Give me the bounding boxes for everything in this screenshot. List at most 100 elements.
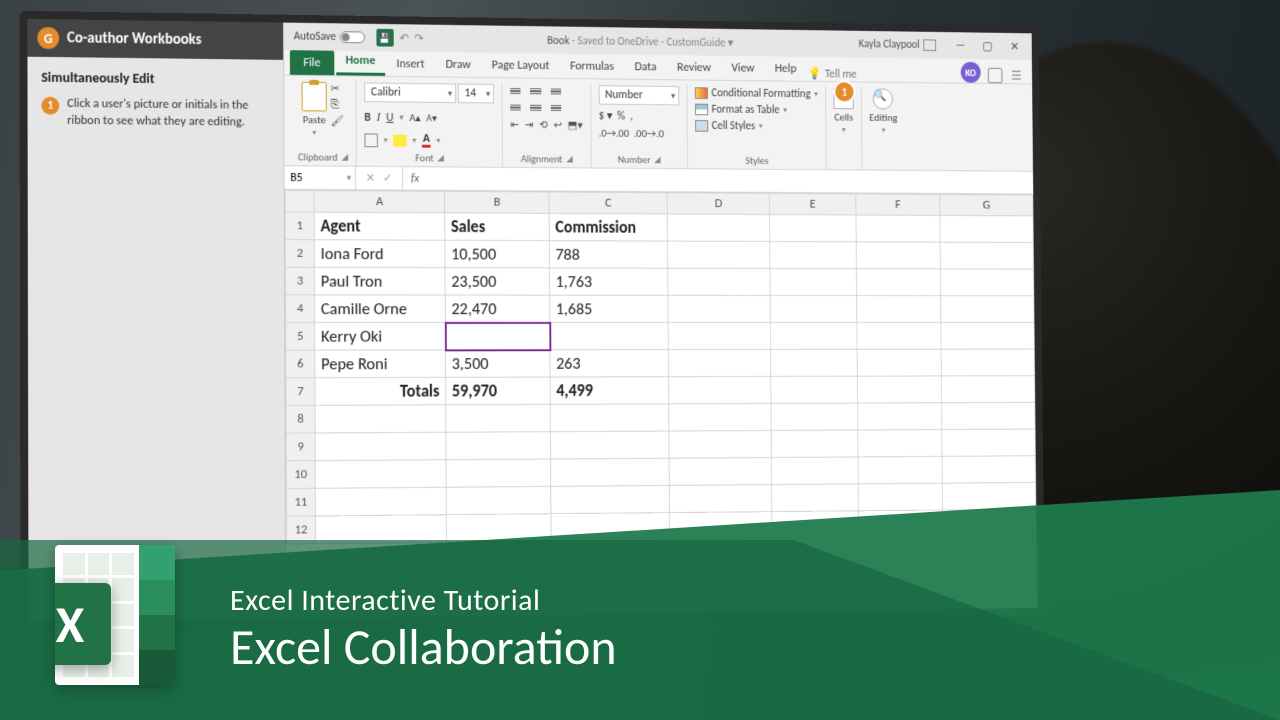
cell[interactable]: 4,499 [550, 377, 669, 405]
merge-button[interactable]: ⬒▾ [568, 119, 583, 132]
row-header[interactable]: 7 [286, 378, 315, 406]
tab-draw[interactable]: Draw [436, 53, 480, 77]
decrease-indent[interactable]: ⇤ [510, 118, 519, 131]
cell-styles-button[interactable]: Cell Styles▾ [695, 119, 818, 134]
cell[interactable]: Paul Tron [314, 267, 445, 295]
launcher-icon[interactable]: ◢ [566, 154, 573, 165]
underline-button[interactable]: U [386, 111, 393, 125]
cell[interactable]: 23,500 [445, 268, 550, 296]
percent-button[interactable]: % [617, 109, 625, 123]
font-name-combo[interactable]: Calibri [364, 82, 456, 103]
orientation-button[interactable]: ⟲ [539, 118, 548, 131]
col-header-a[interactable]: A [314, 191, 445, 213]
select-all-corner[interactable] [285, 190, 314, 212]
cell[interactable] [446, 486, 551, 514]
cell[interactable] [942, 402, 1035, 429]
redo-icon[interactable]: ↷ [414, 31, 423, 46]
coauthor-avatar[interactable]: KO [960, 62, 980, 83]
format-as-table-button[interactable]: Format as Table▾ [695, 103, 818, 118]
cell[interactable] [315, 405, 446, 433]
align-right[interactable] [546, 101, 561, 115]
col-header-b[interactable]: B [445, 191, 549, 213]
selected-cell[interactable] [445, 322, 550, 349]
spreadsheet-grid[interactable]: A B C D E F G 1 Agent Sales Commission [285, 190, 1038, 619]
grow-font-button[interactable]: A▴ [409, 111, 420, 124]
cell[interactable] [667, 214, 769, 241]
cell[interactable] [771, 349, 858, 376]
conditional-formatting-button[interactable]: Conditional Formatting▾ [695, 86, 818, 101]
row-header[interactable]: 8 [286, 405, 315, 433]
cell[interactable] [550, 431, 669, 459]
cell[interactable]: Agent [314, 212, 445, 240]
cell[interactable] [857, 296, 941, 323]
cell[interactable] [941, 296, 1034, 323]
increase-decimal[interactable]: .0→.00 [599, 127, 629, 140]
cell[interactable] [315, 460, 446, 489]
maximize-button[interactable]: ▢ [974, 35, 1001, 56]
tab-pagelayout[interactable]: Page Layout [482, 54, 559, 78]
cell[interactable] [668, 295, 770, 322]
cell[interactable] [551, 485, 670, 513]
cell[interactable] [772, 511, 859, 539]
col-header-f[interactable]: F [856, 194, 940, 216]
cell[interactable] [858, 403, 942, 430]
cell[interactable] [858, 456, 942, 484]
cell[interactable] [446, 432, 551, 460]
row-header[interactable]: 11 [286, 488, 315, 516]
row-header[interactable]: 12 [286, 516, 315, 544]
cell[interactable] [669, 485, 772, 513]
launcher-icon[interactable]: ◢ [437, 153, 444, 164]
copy-button[interactable]: ⎘ [331, 98, 345, 112]
cell[interactable] [315, 515, 446, 544]
fill-color-button[interactable] [393, 134, 406, 146]
cell[interactable]: Iona Ford [314, 240, 445, 268]
cell[interactable]: 788 [549, 241, 667, 269]
cell[interactable] [446, 404, 551, 432]
tab-home[interactable]: Home [336, 49, 385, 76]
align-top-left[interactable] [510, 84, 525, 98]
cell[interactable] [941, 322, 1034, 349]
formula-input[interactable] [427, 167, 1033, 193]
font-color-button[interactable]: A [422, 133, 431, 148]
font-size-combo[interactable]: 14 [458, 84, 494, 104]
col-header-c[interactable]: C [549, 192, 667, 214]
enter-formula-icon[interactable]: ✓ [383, 171, 393, 186]
align-top-right[interactable] [546, 85, 561, 99]
row-header[interactable]: 9 [286, 433, 315, 461]
cell[interactable] [771, 430, 858, 458]
italic-button[interactable]: I [377, 110, 381, 125]
row-header[interactable]: 5 [286, 322, 315, 350]
cell[interactable] [551, 458, 670, 486]
tab-formulas[interactable]: Formulas [561, 55, 624, 79]
cell[interactable] [668, 268, 770, 295]
cell[interactable] [770, 241, 857, 268]
cell[interactable] [770, 215, 857, 242]
cell[interactable] [857, 322, 941, 349]
cell[interactable]: 3,500 [445, 350, 550, 378]
cell[interactable]: Camille Orne [315, 295, 446, 323]
cell[interactable] [772, 484, 859, 512]
cell[interactable] [940, 242, 1033, 269]
tab-view[interactable]: View [722, 57, 764, 81]
cell[interactable] [551, 513, 670, 542]
cell[interactable]: Commission [549, 213, 667, 241]
wrap-text-button[interactable]: ↩ [553, 119, 562, 132]
cell[interactable] [942, 429, 1035, 456]
launcher-icon[interactable]: ◢ [654, 154, 661, 165]
cell[interactable] [940, 269, 1033, 296]
cell[interactable] [942, 456, 1035, 483]
cell[interactable]: 1,763 [549, 268, 667, 295]
editing-button[interactable]: 🔍 Editing ▾ [869, 88, 897, 135]
border-button[interactable] [364, 133, 378, 147]
save-icon[interactable]: 💾 [376, 29, 393, 47]
cell[interactable] [856, 269, 940, 296]
cut-button[interactable]: ✂ [331, 82, 345, 95]
cell[interactable] [941, 349, 1034, 376]
cell[interactable] [770, 322, 857, 349]
cell[interactable] [856, 215, 940, 242]
align-top-center[interactable] [528, 84, 543, 98]
col-header-g[interactable]: G [940, 194, 1033, 215]
cell[interactable]: Pepe Roni [315, 350, 446, 378]
comma-button[interactable]: , [630, 109, 633, 123]
cell[interactable] [943, 509, 1037, 537]
